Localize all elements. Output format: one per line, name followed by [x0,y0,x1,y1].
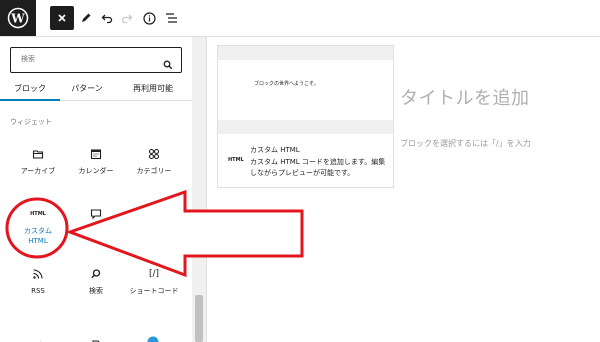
tools-button[interactable] [77,6,95,30]
undo-button[interactable] [98,6,116,30]
panel-divider [206,37,207,342]
block-preview-panel: ブロックの世界へようこそ。 HTML カスタム HTML カスタム HTML コ… [217,45,394,188]
inserter-tabs: ブロック パターン 再利用可能 [0,78,192,101]
archive-icon [9,147,67,161]
block-item-calendar[interactable]: カレンダー [67,143,125,193]
comment-icon [67,207,125,221]
tab-patterns[interactable]: パターン [60,78,114,100]
list-view-icon [165,13,177,23]
block-item-label: カレンダー [78,167,114,175]
html-icon: HTML [228,157,244,163]
calendar-icon [67,147,125,161]
block-item-label-line2: HTML [28,237,48,245]
block-item-label: 検索 [89,287,103,295]
preview-divider-bar [218,120,393,134]
block-search-input[interactable] [19,54,163,64]
block-item-partial-icon [147,333,159,342]
block-item-latest-comments[interactable]: 最 ト [67,203,125,253]
block-search[interactable] [10,47,182,73]
block-item-label: カテゴリー [136,167,172,175]
categories-icon [125,147,183,161]
tab-reusable[interactable]: 再利用可能 [118,78,188,100]
close-icon [58,14,66,22]
block-item-archives[interactable]: アーカイブ [9,143,67,193]
block-item-partial-icon [33,334,43,342]
search-icon [67,267,125,281]
post-title-placeholder[interactable]: タイトルを追加 [400,84,530,110]
editor-top-toolbar: W [0,0,600,37]
block-inserter-panel: ブロック パターン 再利用可能 ウィジェット アーカイブ カレンダー カテゴリー… [0,37,192,342]
details-button[interactable] [140,6,158,30]
block-appender-prompt[interactable]: ブロックを選択するには「/」を入力 [400,138,531,149]
preview-welcome-text: ブロックの世界へようこそ。 [254,81,320,87]
block-item-categories[interactable]: カテゴリー [125,143,183,193]
svg-text:W: W [10,12,25,26]
pencil-icon [82,13,91,22]
preview-block-title: カスタム HTML [250,146,300,154]
block-item-partial-icon [91,334,101,342]
block-item-label: アーカイブ [20,167,56,175]
category-heading-widgets: ウィジェット [10,118,52,126]
block-item-label: RSS [31,287,45,295]
block-item-label-line2: ト [95,237,102,245]
block-item-rss[interactable]: RSS [9,263,67,313]
preview-block-description: カスタム HTML コードを追加します。編集しながらプレビューが可能です。 [250,158,386,177]
shortcode-icon: [/] [148,269,160,279]
list-view-button[interactable] [162,6,180,30]
redo-button[interactable] [118,6,136,30]
info-icon [142,11,156,25]
wordpress-logo-icon[interactable]: W [0,0,36,36]
rss-icon [9,267,67,281]
block-item-custom-html[interactable]: HTML カスタム HTML [9,203,67,253]
preview-header-bar [218,46,393,60]
block-item-label-line1: カスタム [24,227,52,235]
html-icon: HTML [30,211,46,217]
undo-icon [101,14,113,24]
block-item-label-line1: 最 [81,227,88,235]
search-icon [163,55,173,74]
inserter-scrollbar-thumb[interactable] [195,295,203,342]
block-item-shortcode[interactable]: [/] ショートコード [125,263,183,313]
block-item-search[interactable]: 検索 [67,263,125,313]
redo-icon [121,14,133,24]
block-item-label: ショートコード [129,287,179,295]
close-inserter-button[interactable] [50,6,74,30]
tab-blocks[interactable]: ブロック [0,78,60,101]
